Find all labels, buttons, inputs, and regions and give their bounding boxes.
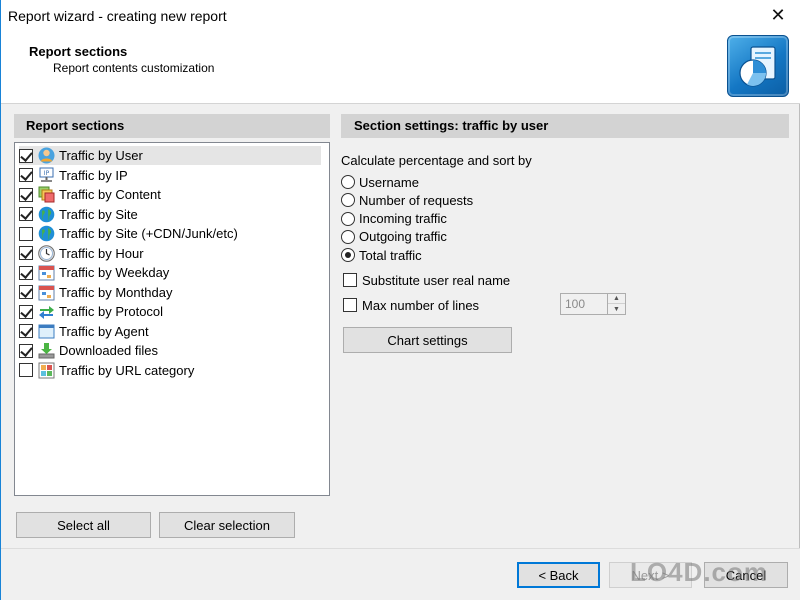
- close-button[interactable]: ✕: [766, 4, 790, 26]
- section-list-item[interactable]: Downloaded files: [19, 341, 321, 360]
- globe-icon: [38, 225, 55, 242]
- section-label: Downloaded files: [59, 343, 159, 358]
- close-icon: ✕: [770, 4, 786, 25]
- report-wizard-window: Report wizard - creating new report ✕ Re…: [0, 0, 800, 600]
- section-list-item[interactable]: Traffic by User: [19, 146, 321, 165]
- section-checkbox[interactable]: [19, 285, 33, 299]
- sort-option[interactable]: Total traffic: [341, 246, 422, 264]
- section-label: Traffic by Hour: [59, 245, 144, 261]
- max-lines-box[interactable]: [343, 298, 357, 312]
- radio-button[interactable]: [341, 248, 355, 263]
- calendar-icon: [38, 264, 55, 281]
- radio-button[interactable]: [341, 211, 355, 226]
- section-list-item[interactable]: Traffic by Site (+CDN/Junk/etc): [19, 224, 321, 243]
- section-list-item[interactable]: Traffic by Site: [19, 205, 321, 224]
- substitute-real-name-checkbox[interactable]: Substitute user real name: [343, 271, 510, 289]
- browser-window-icon: [38, 323, 55, 340]
- radio-button[interactable]: [341, 175, 355, 189]
- section-checkbox[interactable]: [19, 226, 33, 241]
- section-label: Traffic by Site: [59, 206, 138, 222]
- section-checkbox[interactable]: [19, 207, 33, 221]
- sort-option-label: Username: [359, 174, 419, 190]
- section-list-item[interactable]: Traffic by Monthday: [19, 283, 321, 302]
- section-checkbox[interactable]: [19, 246, 33, 260]
- section-list-item[interactable]: Traffic by URL category: [19, 361, 321, 380]
- watermark: LO4D.com: [629, 556, 769, 587]
- wizard-header: Report sections Report contents customiz…: [1, 32, 800, 104]
- chevron-down-icon: ▼: [613, 305, 620, 313]
- section-checkbox[interactable]: [19, 363, 33, 377]
- sort-option[interactable]: Outgoing traffic: [341, 228, 447, 246]
- select-all-button[interactable]: Select all: [16, 512, 151, 538]
- section-checkbox[interactable]: [19, 148, 33, 163]
- page-subtitle: Report contents customization: [53, 61, 215, 75]
- section-label: Traffic by Site (+CDN/Junk/etc): [59, 226, 238, 241]
- sort-option[interactable]: Username: [341, 173, 419, 191]
- sort-option-label: Number of requests: [359, 192, 474, 208]
- stepper-up-button[interactable]: ▲: [608, 294, 625, 304]
- calendar-icon: [38, 284, 55, 301]
- section-checkbox[interactable]: [19, 265, 33, 280]
- user-icon: [38, 147, 55, 164]
- content-icon: [38, 186, 55, 203]
- back-button[interactable]: < Back: [517, 562, 600, 588]
- ip-icon: IP: [38, 167, 55, 184]
- stepper-down-button[interactable]: ▼: [608, 304, 625, 314]
- section-label: Traffic by URL category: [59, 362, 195, 378]
- radio-button[interactable]: [341, 193, 355, 208]
- section-label: Traffic by Content: [59, 187, 161, 202]
- download-icon: [38, 342, 55, 359]
- chevron-up-icon: ▲: [613, 295, 620, 302]
- title-bar: Report wizard - creating new report ✕: [1, 0, 800, 32]
- section-list-item[interactable]: Traffic by Protocol: [19, 302, 321, 321]
- max-lines-stepper[interactable]: 100 ▲ ▼: [560, 293, 626, 315]
- sort-option-label: Total traffic: [359, 247, 422, 263]
- substitute-real-name-box[interactable]: [343, 273, 357, 287]
- section-list-item[interactable]: Traffic by Weekday: [19, 263, 321, 282]
- substitute-real-name-label: Substitute user real name: [362, 272, 511, 288]
- section-checkbox[interactable]: [19, 187, 33, 202]
- section-checkbox[interactable]: [19, 168, 33, 182]
- section-list-item[interactable]: Traffic by Content: [19, 185, 321, 204]
- section-checkbox[interactable]: [19, 324, 33, 338]
- sort-option[interactable]: Incoming traffic: [341, 210, 447, 228]
- section-settings-heading: Section settings: traffic by user: [341, 114, 789, 138]
- report-sections-heading: Report sections: [14, 114, 330, 138]
- section-label: Traffic by Protocol: [59, 304, 164, 319]
- section-checkbox[interactable]: [19, 304, 33, 319]
- sort-option-label: Outgoing traffic: [359, 229, 447, 245]
- max-lines-label: Max number of lines: [362, 297, 480, 313]
- section-settings-panel: Calculate percentage and sort by Usernam…: [341, 142, 789, 502]
- max-lines-value[interactable]: 100: [565, 297, 585, 311]
- section-label: Traffic by User: [59, 148, 143, 163]
- stepper-buttons: ▲ ▼: [607, 294, 625, 314]
- section-list-item[interactable]: Traffic by Hour: [19, 244, 321, 263]
- section-list-item[interactable]: IP Traffic by IP: [19, 166, 321, 185]
- section-label: Traffic by IP: [59, 167, 128, 183]
- radio-button[interactable]: [341, 229, 355, 244]
- section-label: Traffic by Agent: [59, 323, 149, 339]
- sort-option-label: Incoming traffic: [359, 211, 447, 227]
- page-title: Report sections: [29, 44, 128, 59]
- section-label: Traffic by Monthday: [59, 284, 173, 300]
- max-lines-checkbox[interactable]: Max number of lines: [343, 296, 479, 314]
- clear-selection-button[interactable]: Clear selection: [159, 512, 295, 538]
- protocol-arrows-icon: [38, 303, 55, 320]
- svg-text:IP: IP: [44, 170, 50, 177]
- category-icon: [38, 362, 55, 379]
- report-sections-list[interactable]: Traffic by User IP Traffic by IP Traffic by…: [14, 142, 330, 496]
- section-checkbox[interactable]: [19, 343, 33, 358]
- section-list-item[interactable]: Traffic by Agent: [19, 322, 321, 341]
- clock-icon: [38, 244, 55, 262]
- section-label: Traffic by Weekday: [59, 265, 170, 280]
- globe-icon: [38, 206, 55, 223]
- report-logo-icon: [727, 35, 789, 97]
- window-title: Report wizard - creating new report: [8, 8, 227, 24]
- chart-settings-button[interactable]: Chart settings: [343, 327, 512, 353]
- sort-by-label: Calculate percentage and sort by: [341, 153, 532, 168]
- sort-option[interactable]: Number of requests: [341, 191, 473, 209]
